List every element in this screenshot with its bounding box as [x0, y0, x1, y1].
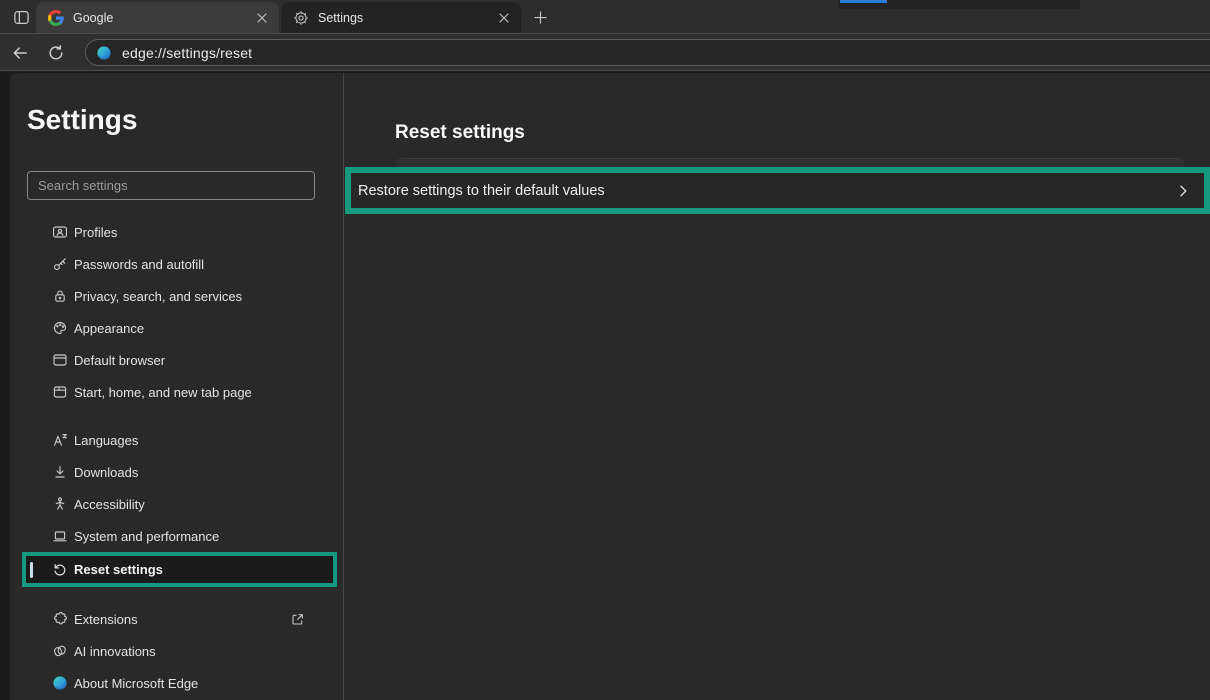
refresh-button[interactable]	[45, 42, 67, 64]
nav-group-gap	[10, 408, 343, 424]
toolbar: edge://settings/reset	[0, 33, 1210, 71]
tab-strip: Google Settings	[0, 0, 1210, 33]
nav-group-gap	[10, 587, 343, 603]
copilot-icon	[52, 643, 68, 659]
new-tab-page-icon	[52, 384, 68, 400]
sidebar-item-start-home[interactable]: Start, home, and new tab page	[10, 376, 343, 408]
background-window-accent-bar	[840, 0, 887, 3]
sidebar-item-label: Profiles	[74, 225, 117, 240]
edge-logo-icon	[52, 675, 68, 691]
sidebar-item-label: About Microsoft Edge	[74, 676, 198, 691]
sidebar-item-downloads[interactable]: Downloads	[10, 456, 343, 488]
translate-icon	[52, 432, 68, 448]
sidebar-item-profiles[interactable]: Profiles	[10, 216, 343, 248]
restore-defaults-row[interactable]: Restore settings to their default values	[345, 167, 1210, 214]
restore-defaults-label: Restore settings to their default values	[358, 183, 605, 199]
tab-google[interactable]: Google	[36, 2, 279, 33]
browser-window-icon	[52, 352, 68, 368]
sidebar-item-label: System and performance	[74, 529, 219, 544]
sidebar-item-label: Reset settings	[74, 562, 163, 577]
address-bar[interactable]: edge://settings/reset	[85, 39, 1210, 66]
sidebar-item-label: Downloads	[74, 465, 138, 480]
tab-close-icon[interactable]	[495, 9, 513, 27]
laptop-icon	[52, 528, 68, 544]
sidebar-item-languages[interactable]: Languages	[10, 424, 343, 456]
tab-close-icon[interactable]	[253, 9, 271, 27]
gear-icon	[293, 10, 309, 26]
sidebar-item-label: Appearance	[74, 321, 144, 336]
tab-title: Settings	[318, 11, 495, 25]
sidebar-item-label: Default browser	[74, 353, 165, 368]
sidebar-item-default-browser[interactable]: Default browser	[10, 344, 343, 376]
sidebar-item-ai-innovations[interactable]: AI innovations	[10, 635, 343, 667]
sidebar-item-accessibility[interactable]: Accessibility	[10, 488, 343, 520]
sidebar-item-passwords[interactable]: Passwords and autofill	[10, 248, 343, 280]
sidebar-item-extensions[interactable]: Extensions	[10, 603, 343, 635]
sidebar-item-reset-settings[interactable]: Reset settings	[22, 552, 337, 587]
page-title: Settings	[27, 104, 137, 136]
url-text: edge://settings/reset	[122, 45, 252, 61]
sidebar-item-label: Accessibility	[74, 497, 145, 512]
tab-settings[interactable]: Settings	[281, 2, 521, 33]
search-input[interactable]	[27, 171, 315, 200]
sidebar-item-label: Languages	[74, 433, 138, 448]
sidebar-item-label: Start, home, and new tab page	[74, 385, 252, 400]
sidebar-item-appearance[interactable]: Appearance	[10, 312, 343, 344]
back-button[interactable]	[9, 42, 31, 64]
profile-card-icon	[52, 224, 68, 240]
sidebar-item-privacy[interactable]: Privacy, search, and services	[10, 280, 343, 312]
tab-title: Google	[73, 11, 253, 25]
accessibility-icon	[52, 496, 68, 512]
sidebar-item-about-edge[interactable]: About Microsoft Edge	[10, 667, 343, 699]
sidebar-divider	[343, 73, 344, 700]
new-tab-button[interactable]	[530, 7, 551, 27]
sidebar-item-label: Privacy, search, and services	[74, 289, 242, 304]
sidebar-item-label: AI innovations	[74, 644, 156, 659]
reset-icon	[52, 562, 68, 578]
sidebar-item-label: Extensions	[74, 612, 138, 627]
download-icon	[52, 464, 68, 480]
key-icon	[52, 256, 68, 272]
google-favicon-icon	[48, 10, 64, 26]
sidebar-item-label: Passwords and autofill	[74, 257, 204, 272]
palette-icon	[52, 320, 68, 336]
lock-icon	[52, 288, 68, 304]
sidebar-nav: Profiles Passwords and autofill Privac	[10, 216, 343, 699]
puzzle-icon	[52, 611, 68, 627]
sidebar-item-system-performance[interactable]: System and performance	[10, 520, 343, 552]
chevron-right-icon	[1175, 183, 1191, 199]
selection-indicator	[30, 562, 33, 578]
browser-window: Google Settings	[0, 0, 1210, 700]
settings-sidebar: Settings Profiles Passwords and	[10, 73, 343, 700]
tab-search-icon[interactable]	[10, 7, 32, 27]
section-heading: Reset settings	[395, 122, 525, 144]
external-link-icon	[290, 612, 305, 627]
edge-favicon-icon	[96, 45, 112, 61]
